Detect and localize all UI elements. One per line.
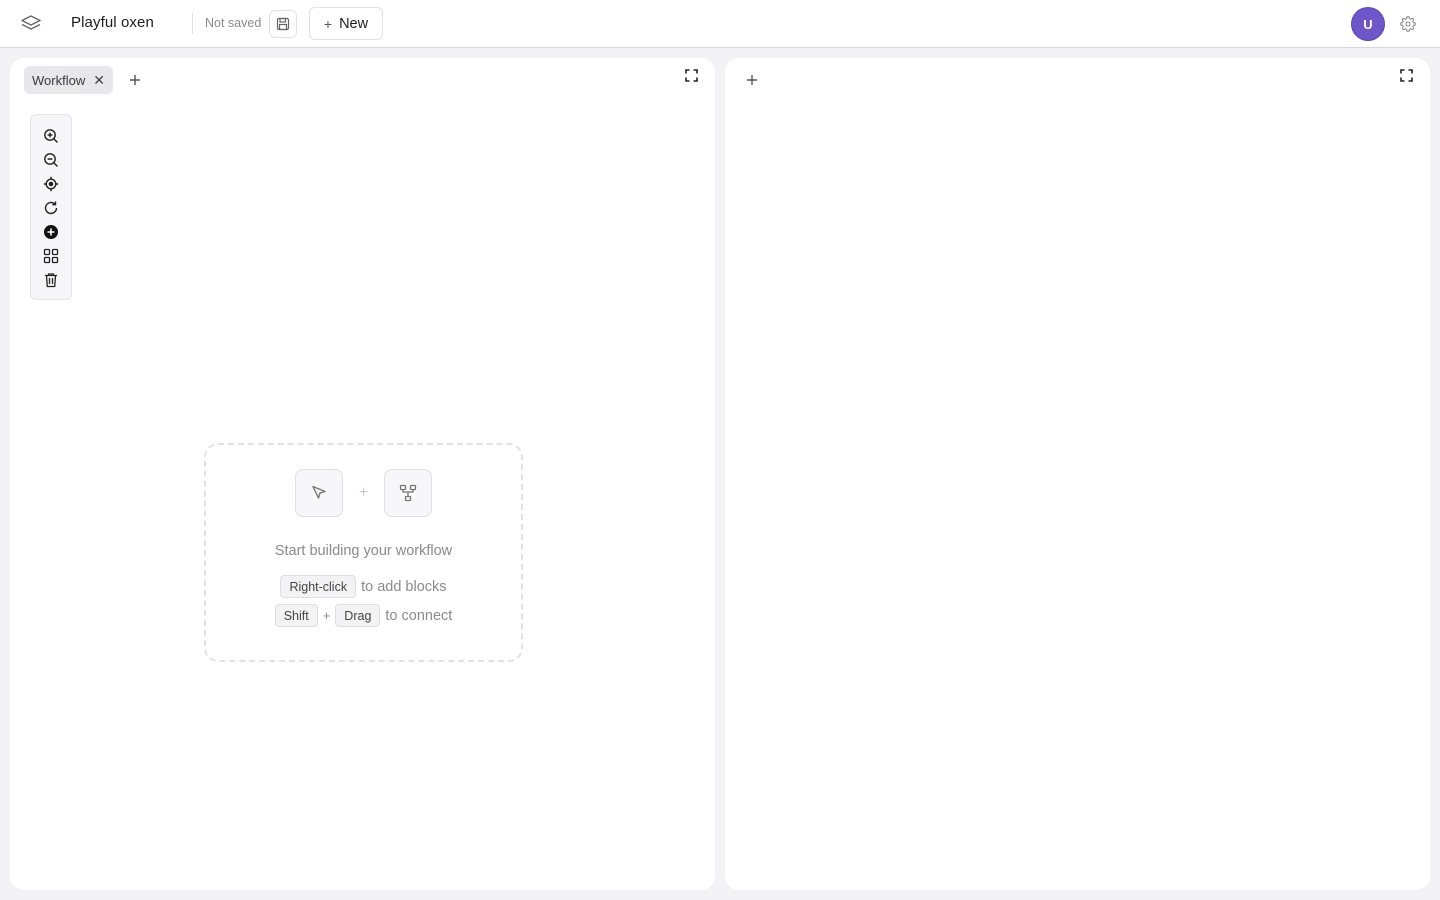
top-bar: Playful oxen Not saved + New U xyxy=(0,0,1440,48)
empty-state-title: Start building your workflow xyxy=(274,543,453,559)
layers-icon[interactable] xyxy=(18,12,44,36)
close-icon[interactable]: ✕ xyxy=(93,73,105,87)
refresh-icon[interactable] xyxy=(41,199,61,217)
add-circle-icon[interactable] xyxy=(41,223,61,241)
workflow-panel: Workflow ✕ + Start building your workflo… xyxy=(10,58,715,890)
tab-workflow[interactable]: Workflow ✕ xyxy=(24,66,113,94)
grid-icon[interactable] xyxy=(41,247,61,265)
new-button-label: New xyxy=(339,15,369,32)
hint-text: to connect xyxy=(385,607,453,624)
header-divider xyxy=(192,13,193,34)
fullscreen-icon[interactable] xyxy=(1398,67,1414,83)
fullscreen-icon[interactable] xyxy=(683,67,699,83)
new-button[interactable]: + New xyxy=(309,7,383,40)
plus-icon[interactable] xyxy=(125,70,145,90)
crosshair-icon[interactable] xyxy=(41,175,61,193)
workflow-nodes-icon xyxy=(384,469,433,517)
save-status: Not saved xyxy=(205,16,262,30)
zoom-in-icon[interactable] xyxy=(41,127,61,145)
hint-add-blocks: Right-click to add blocks xyxy=(280,575,447,598)
empty-state-icons: + xyxy=(294,469,433,517)
plus-icon[interactable] xyxy=(742,70,762,90)
trash-icon[interactable] xyxy=(41,271,61,289)
project-name[interactable]: Playful oxen xyxy=(71,14,154,31)
empty-state-plus: + xyxy=(358,484,369,501)
kbd-plus: + xyxy=(322,608,331,623)
cursor-icon xyxy=(294,469,343,517)
hint-text: to add blocks xyxy=(361,578,447,595)
kbd-right-click: Right-click xyxy=(280,575,357,598)
zoom-out-icon[interactable] xyxy=(41,151,61,169)
kbd-shift: Shift xyxy=(274,604,318,627)
empty-state: + Start building your workflow Right-cli… xyxy=(204,443,523,662)
avatar[interactable]: U xyxy=(1352,8,1384,40)
kbd-drag: Drag xyxy=(335,604,381,627)
plus-icon: + xyxy=(323,15,333,32)
hint-connect: Shift + Drag to connect xyxy=(274,604,453,627)
tab-label: Workflow xyxy=(32,72,86,88)
floppy-disk-icon xyxy=(276,17,290,31)
secondary-panel xyxy=(725,58,1430,890)
save-button[interactable] xyxy=(269,10,297,38)
gear-icon[interactable] xyxy=(1398,14,1418,34)
canvas-toolbar xyxy=(30,114,72,300)
